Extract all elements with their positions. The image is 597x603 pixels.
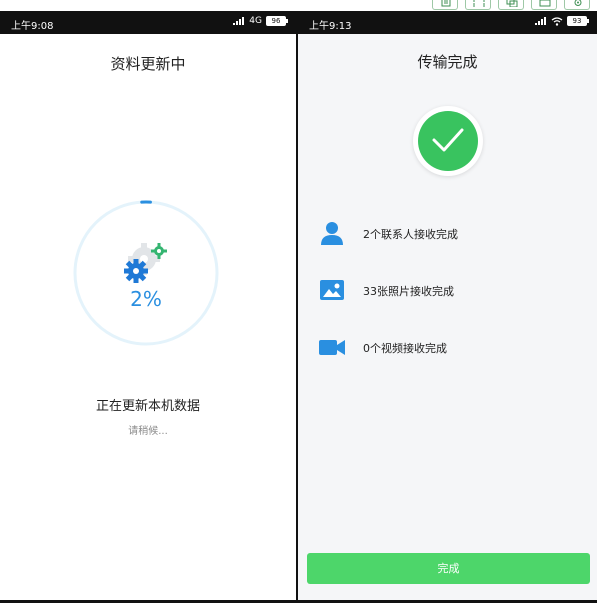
status-bar: 上午9:13 93 — [298, 11, 597, 34]
transfer-complete-screen: 上午9:13 93 传输完成 2个联系人接收完成 33张照片接收完成 0个视频接… — [298, 11, 597, 601]
updating-screen: 上午9:08 4G 96 资料更新中 2% 正在更新本机数据 请稍候... — [0, 11, 296, 601]
wifi-icon — [551, 16, 563, 26]
signal-icon — [233, 17, 245, 25]
list-item-contacts: 2个联系人接收完成 — [318, 219, 578, 247]
expand-icon[interactable] — [465, 0, 491, 10]
window-icon[interactable] — [531, 0, 557, 10]
item-label: 0个视频接收完成 — [363, 342, 447, 355]
battery-indicator: 93 — [567, 16, 589, 26]
list-item-photos: 33张照片接收完成 — [318, 276, 578, 304]
settings-icon[interactable] — [564, 0, 590, 10]
status-indicators: 93 — [535, 16, 589, 26]
copy-icon[interactable] — [498, 0, 524, 10]
status-time: 上午9:08 — [11, 21, 54, 32]
contact-icon — [321, 222, 343, 245]
success-circle — [418, 111, 478, 171]
progress-percent: 2% — [130, 287, 162, 311]
network-type: 4G — [249, 16, 262, 26]
signal-icon — [535, 17, 546, 25]
gears-icon — [124, 243, 167, 283]
item-label: 33张照片接收完成 — [363, 285, 454, 298]
item-label: 2个联系人接收完成 — [363, 228, 458, 241]
document-icon[interactable] — [432, 0, 458, 10]
success-badge — [413, 106, 483, 176]
status-indicators: 4G 96 — [233, 16, 288, 26]
page-title: 资料更新中 — [110, 55, 186, 73]
status-message: 正在更新本机数据 — [95, 399, 200, 414]
list-item-videos: 0个视频接收完成 — [318, 333, 578, 361]
done-button[interactable]: 完成 — [307, 553, 590, 584]
top-toolbar — [432, 0, 597, 11]
battery-indicator: 96 — [266, 16, 288, 26]
status-bar: 上午9:08 4G 96 — [0, 11, 296, 34]
status-time: 上午9:13 — [309, 21, 352, 32]
page-title: 传输完成 — [417, 53, 478, 71]
video-icon — [319, 340, 345, 355]
status-hint: 请稍候... — [128, 426, 168, 437]
photo-icon — [320, 280, 344, 300]
checkmark-icon — [432, 128, 464, 152]
